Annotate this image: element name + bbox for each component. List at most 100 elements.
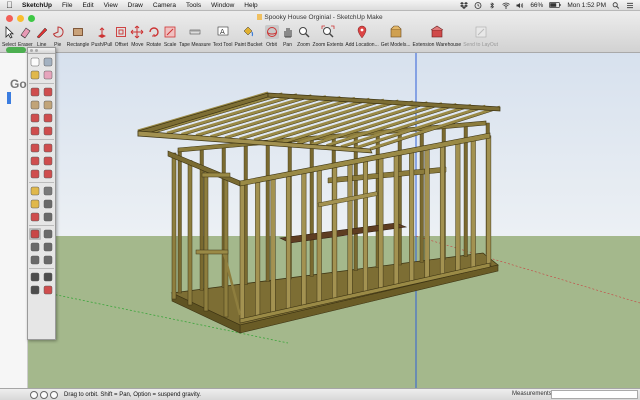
palette-close-dot[interactable] <box>30 49 33 52</box>
document-icon <box>257 14 263 20</box>
axes-icon[interactable] <box>29 211 41 223</box>
menu-draw[interactable]: Draw <box>128 2 143 9</box>
toolbar-button-push-pull[interactable]: Push/Pull <box>90 23 113 51</box>
protractor-icon[interactable] <box>29 198 41 210</box>
menu-file[interactable]: File <box>62 2 72 9</box>
menu-camera[interactable]: Camera <box>153 2 176 9</box>
apple-menu-icon[interactable]:  <box>6 0 14 10</box>
toolbar-button-rectangle[interactable]: Rectangle <box>66 23 91 51</box>
look-around-icon[interactable] <box>42 271 54 283</box>
toolbar-button-send-to-layout[interactable]: Send to LayOut <box>462 23 499 51</box>
wifi-icon[interactable] <box>502 2 511 9</box>
browser-tab-indicator <box>6 47 26 53</box>
move-icon[interactable] <box>29 142 41 154</box>
user-status-icon[interactable] <box>50 390 58 399</box>
toolbar-button-label: Paint Bucket <box>234 42 263 48</box>
toolbar-button-orbit[interactable]: Orbit <box>264 23 280 51</box>
circle-icon[interactable] <box>29 112 41 124</box>
back-stud <box>265 142 270 283</box>
toolbar-button-label: Text Tool <box>212 42 233 48</box>
position-camera-icon[interactable] <box>29 284 41 296</box>
toolbar-button-text-tool[interactable]: A Text Tool <box>212 23 234 51</box>
push-pull-icon[interactable] <box>42 142 54 154</box>
side-stud <box>203 167 209 312</box>
side-stud <box>223 175 229 318</box>
window-title: Spooky House Orginial - SketchUp Make <box>0 14 640 21</box>
menubar-clock[interactable]: Mon 1:52 PM <box>567 2 606 9</box>
menu-view[interactable]: View <box>104 2 118 9</box>
zoom-icon[interactable] <box>29 241 41 253</box>
palette-separator <box>29 138 54 140</box>
toolbar-button-pan[interactable]: Pan <box>280 23 296 51</box>
spotlight-search-icon[interactable] <box>612 1 620 9</box>
front-stud <box>332 165 338 301</box>
toolbar-button-rotate[interactable]: Rotate <box>145 23 162 51</box>
toolbar-button-get-models[interactable]: Get Models... <box>380 23 412 51</box>
large-tool-set-palette[interactable] <box>27 47 56 340</box>
add-location-icon <box>355 25 369 39</box>
pie-icon[interactable] <box>42 125 54 137</box>
section-plane-icon[interactable] <box>42 284 54 296</box>
toolbar-button-tape-measure[interactable]: Tape Measure <box>178 23 212 51</box>
front-stud <box>409 150 415 284</box>
menu-edit[interactable]: Edit <box>82 2 93 9</box>
menu-window[interactable]: Window <box>211 2 234 9</box>
select-icon[interactable] <box>29 56 41 68</box>
tape-measure-icon[interactable] <box>29 185 41 197</box>
model-viewport[interactable] <box>28 53 640 388</box>
component-icon[interactable] <box>42 56 54 68</box>
freehand-icon[interactable] <box>42 86 54 98</box>
toolbar-button-zoom[interactable]: Zoom <box>296 23 312 51</box>
svg-text:A: A <box>220 28 225 36</box>
menu-tools[interactable]: Tools <box>186 2 201 9</box>
dropbox-icon[interactable] <box>460 1 469 9</box>
follow-me-icon[interactable] <box>42 155 54 167</box>
measurements-input[interactable] <box>551 390 638 399</box>
polygon-icon[interactable] <box>42 112 54 124</box>
zoom-extents-icon[interactable] <box>29 254 41 266</box>
get-models-icon <box>389 25 403 39</box>
toolbar-button-add-location[interactable]: Add Location... <box>344 23 379 51</box>
zoom-window-icon[interactable] <box>42 241 54 253</box>
rotate-icon[interactable] <box>29 155 41 167</box>
3d-text-icon[interactable] <box>42 211 54 223</box>
rectangle-icon[interactable] <box>29 99 41 111</box>
browser-logo-text: Go <box>10 77 27 91</box>
scale-icon[interactable] <box>29 168 41 180</box>
toolbar-button-paint-bucket[interactable]: Paint Bucket <box>233 23 263 51</box>
eraser-icon[interactable] <box>42 69 54 81</box>
zoom-icon <box>297 25 311 39</box>
toolbar-button-extension-warehouse[interactable]: Extension Warehouse <box>411 23 462 51</box>
pan-icon[interactable] <box>42 228 54 240</box>
toolbar-button-move[interactable]: Move <box>129 23 145 51</box>
dimension-icon[interactable] <box>42 185 54 197</box>
toolbar-button-zoom-extents[interactable]: Zoom Extents <box>312 23 345 51</box>
volume-icon[interactable] <box>516 2 524 9</box>
menu-app-sketchup[interactable]: SketchUp <box>22 2 52 9</box>
offset-icon <box>114 25 128 39</box>
palette-min-dot[interactable] <box>35 49 38 52</box>
battery-icon[interactable] <box>549 2 561 8</box>
toolbar-button-scale[interactable]: Scale <box>162 23 178 51</box>
rotated-rectangle-icon[interactable] <box>42 99 54 111</box>
credits-status-icon[interactable] <box>40 390 48 399</box>
paint-bucket-icon[interactable] <box>29 69 41 81</box>
menu-help[interactable]: Help <box>244 2 257 9</box>
previous-view-icon[interactable] <box>42 254 54 266</box>
offset-icon[interactable] <box>42 168 54 180</box>
line-icon[interactable] <box>29 86 41 98</box>
toolbar-button-offset[interactable]: Offset <box>113 23 129 51</box>
status-hint-text: Drag to orbit. Shift = Pan, Option = sus… <box>64 391 201 398</box>
measurements-label: Measurements <box>512 391 552 397</box>
notification-center-icon[interactable] <box>626 2 634 9</box>
macos-menubar:  SketchUp File Edit View Draw Camera To… <box>0 0 640 11</box>
walk-icon[interactable] <box>29 271 41 283</box>
text-icon[interactable] <box>42 198 54 210</box>
bluetooth-icon[interactable] <box>488 1 496 9</box>
orbit-icon[interactable] <box>29 228 41 240</box>
viewport-canvas[interactable] <box>28 53 640 388</box>
time-machine-icon[interactable] <box>474 1 482 9</box>
geo-location-status-icon[interactable] <box>30 390 38 399</box>
toolbar-button-label: Add Location... <box>345 42 379 48</box>
arc-icon[interactable] <box>29 125 41 137</box>
